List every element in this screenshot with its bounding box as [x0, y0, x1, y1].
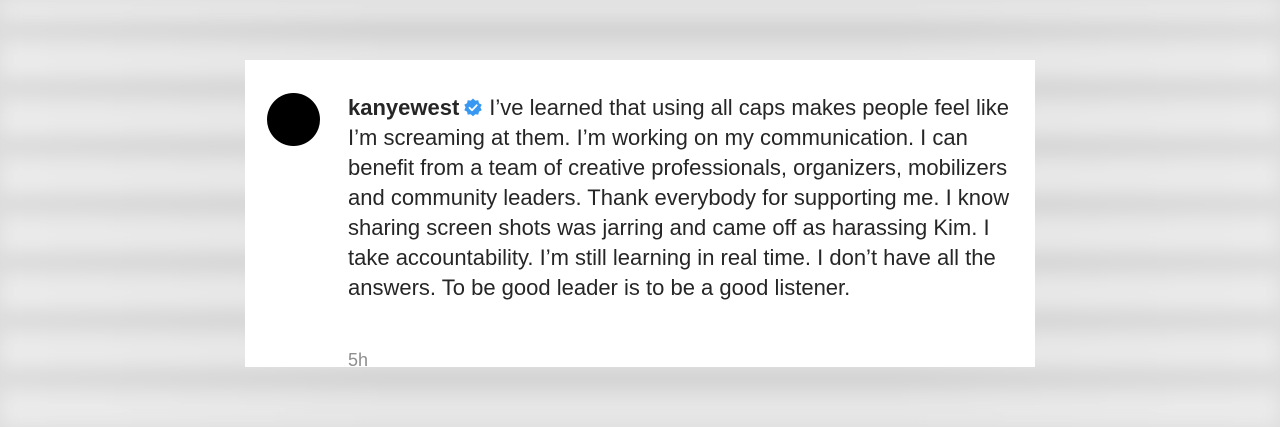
username-link[interactable]: kanyewest — [348, 95, 459, 120]
comment-text: I’ve learned that using all caps makes p… — [348, 95, 1010, 300]
comment-body: kanyewest I’ve learned that using all ca… — [348, 93, 1028, 303]
comment-card: kanyewest I’ve learned that using all ca… — [245, 60, 1035, 367]
comment-timestamp[interactable]: 5h — [348, 350, 368, 367]
avatar[interactable] — [267, 93, 320, 146]
verified-badge-icon — [463, 96, 483, 117]
